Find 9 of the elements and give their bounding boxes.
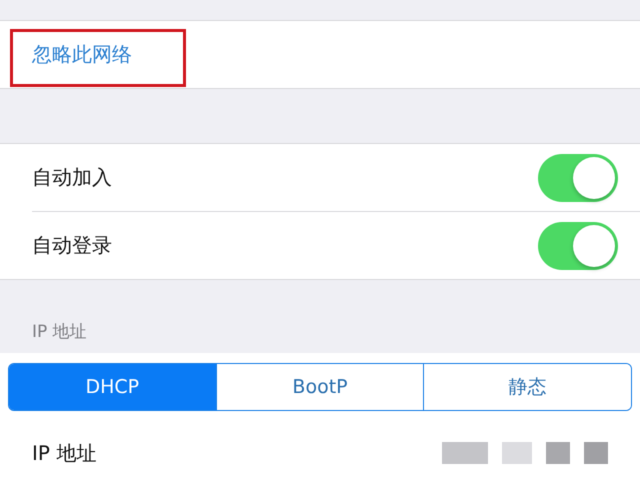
setting-label: IP 地址 (32, 440, 96, 466)
section-header: IP 地址 (32, 321, 87, 343)
setting-label: 自动登录 (32, 232, 112, 259)
toggle-switch[interactable] (538, 154, 618, 202)
setting-label: 自动加入 (32, 164, 112, 191)
segment-tab[interactable]: DHCP (9, 364, 216, 410)
forget-network-link[interactable]: 忽略此网络 (32, 41, 132, 68)
toggle-switch[interactable] (538, 222, 618, 270)
segment-tab[interactable]: 静态 (423, 364, 631, 410)
